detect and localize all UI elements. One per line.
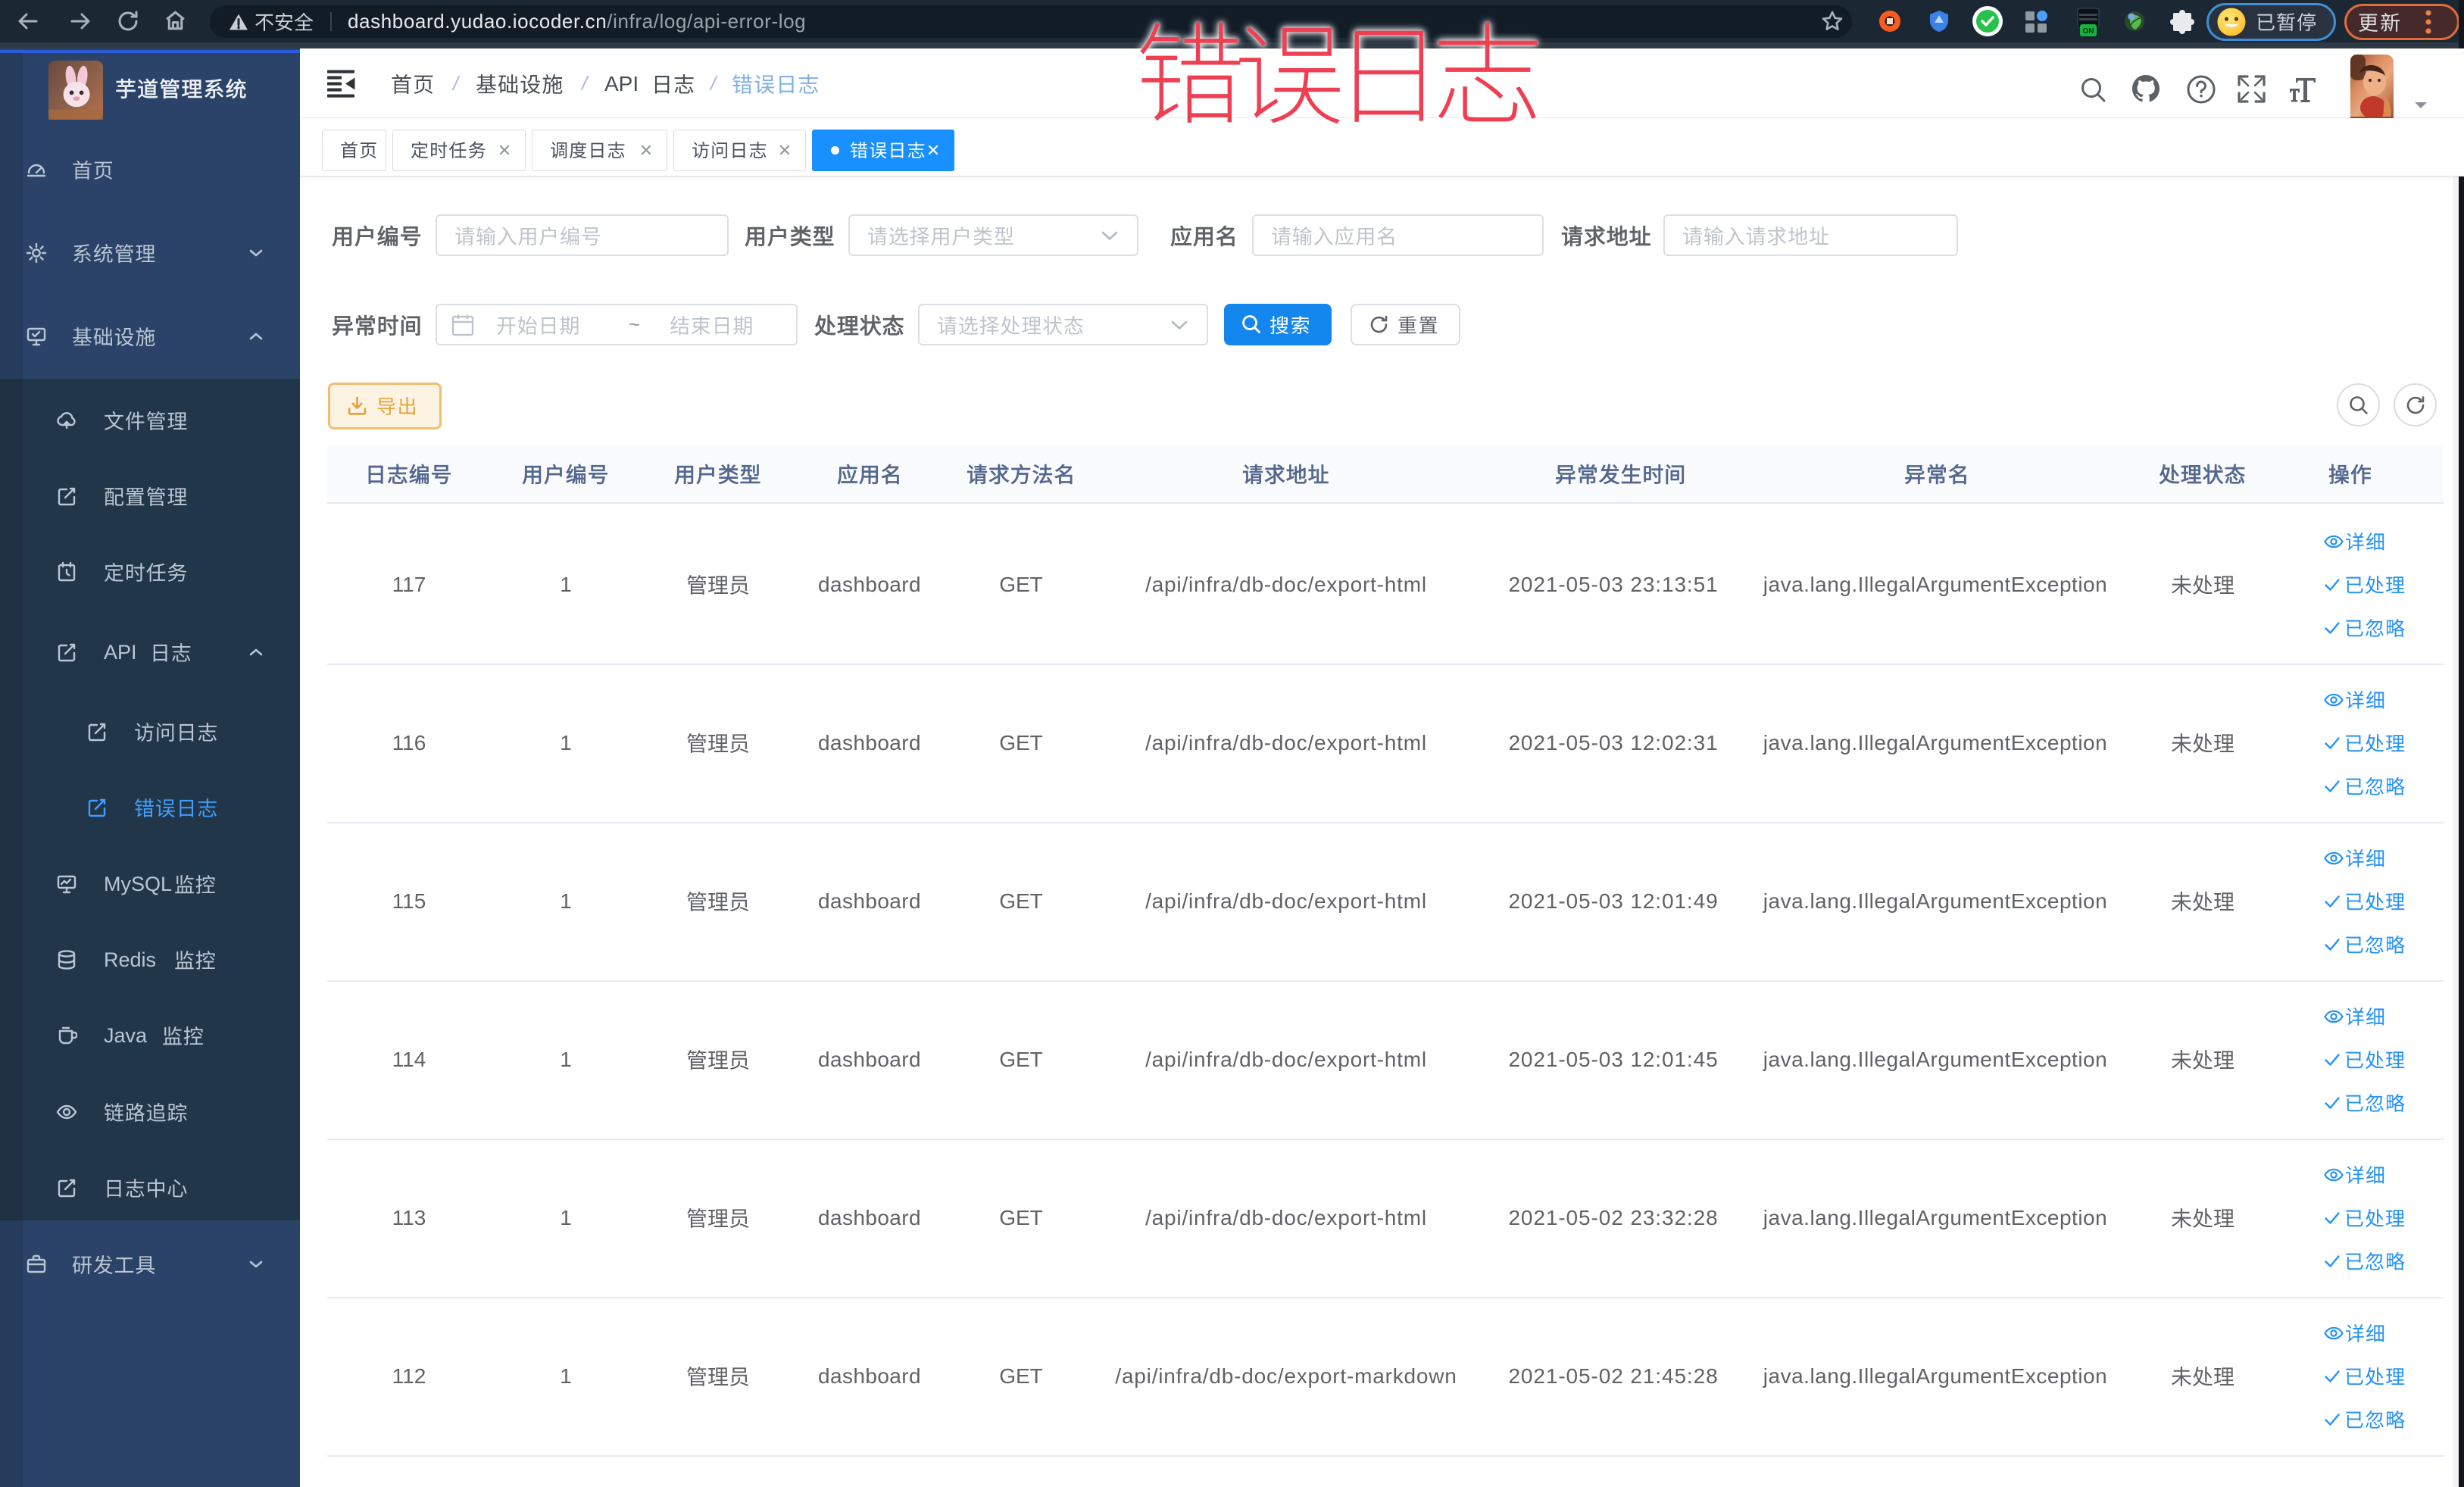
- svg-text:ON: ON: [2083, 27, 2094, 36]
